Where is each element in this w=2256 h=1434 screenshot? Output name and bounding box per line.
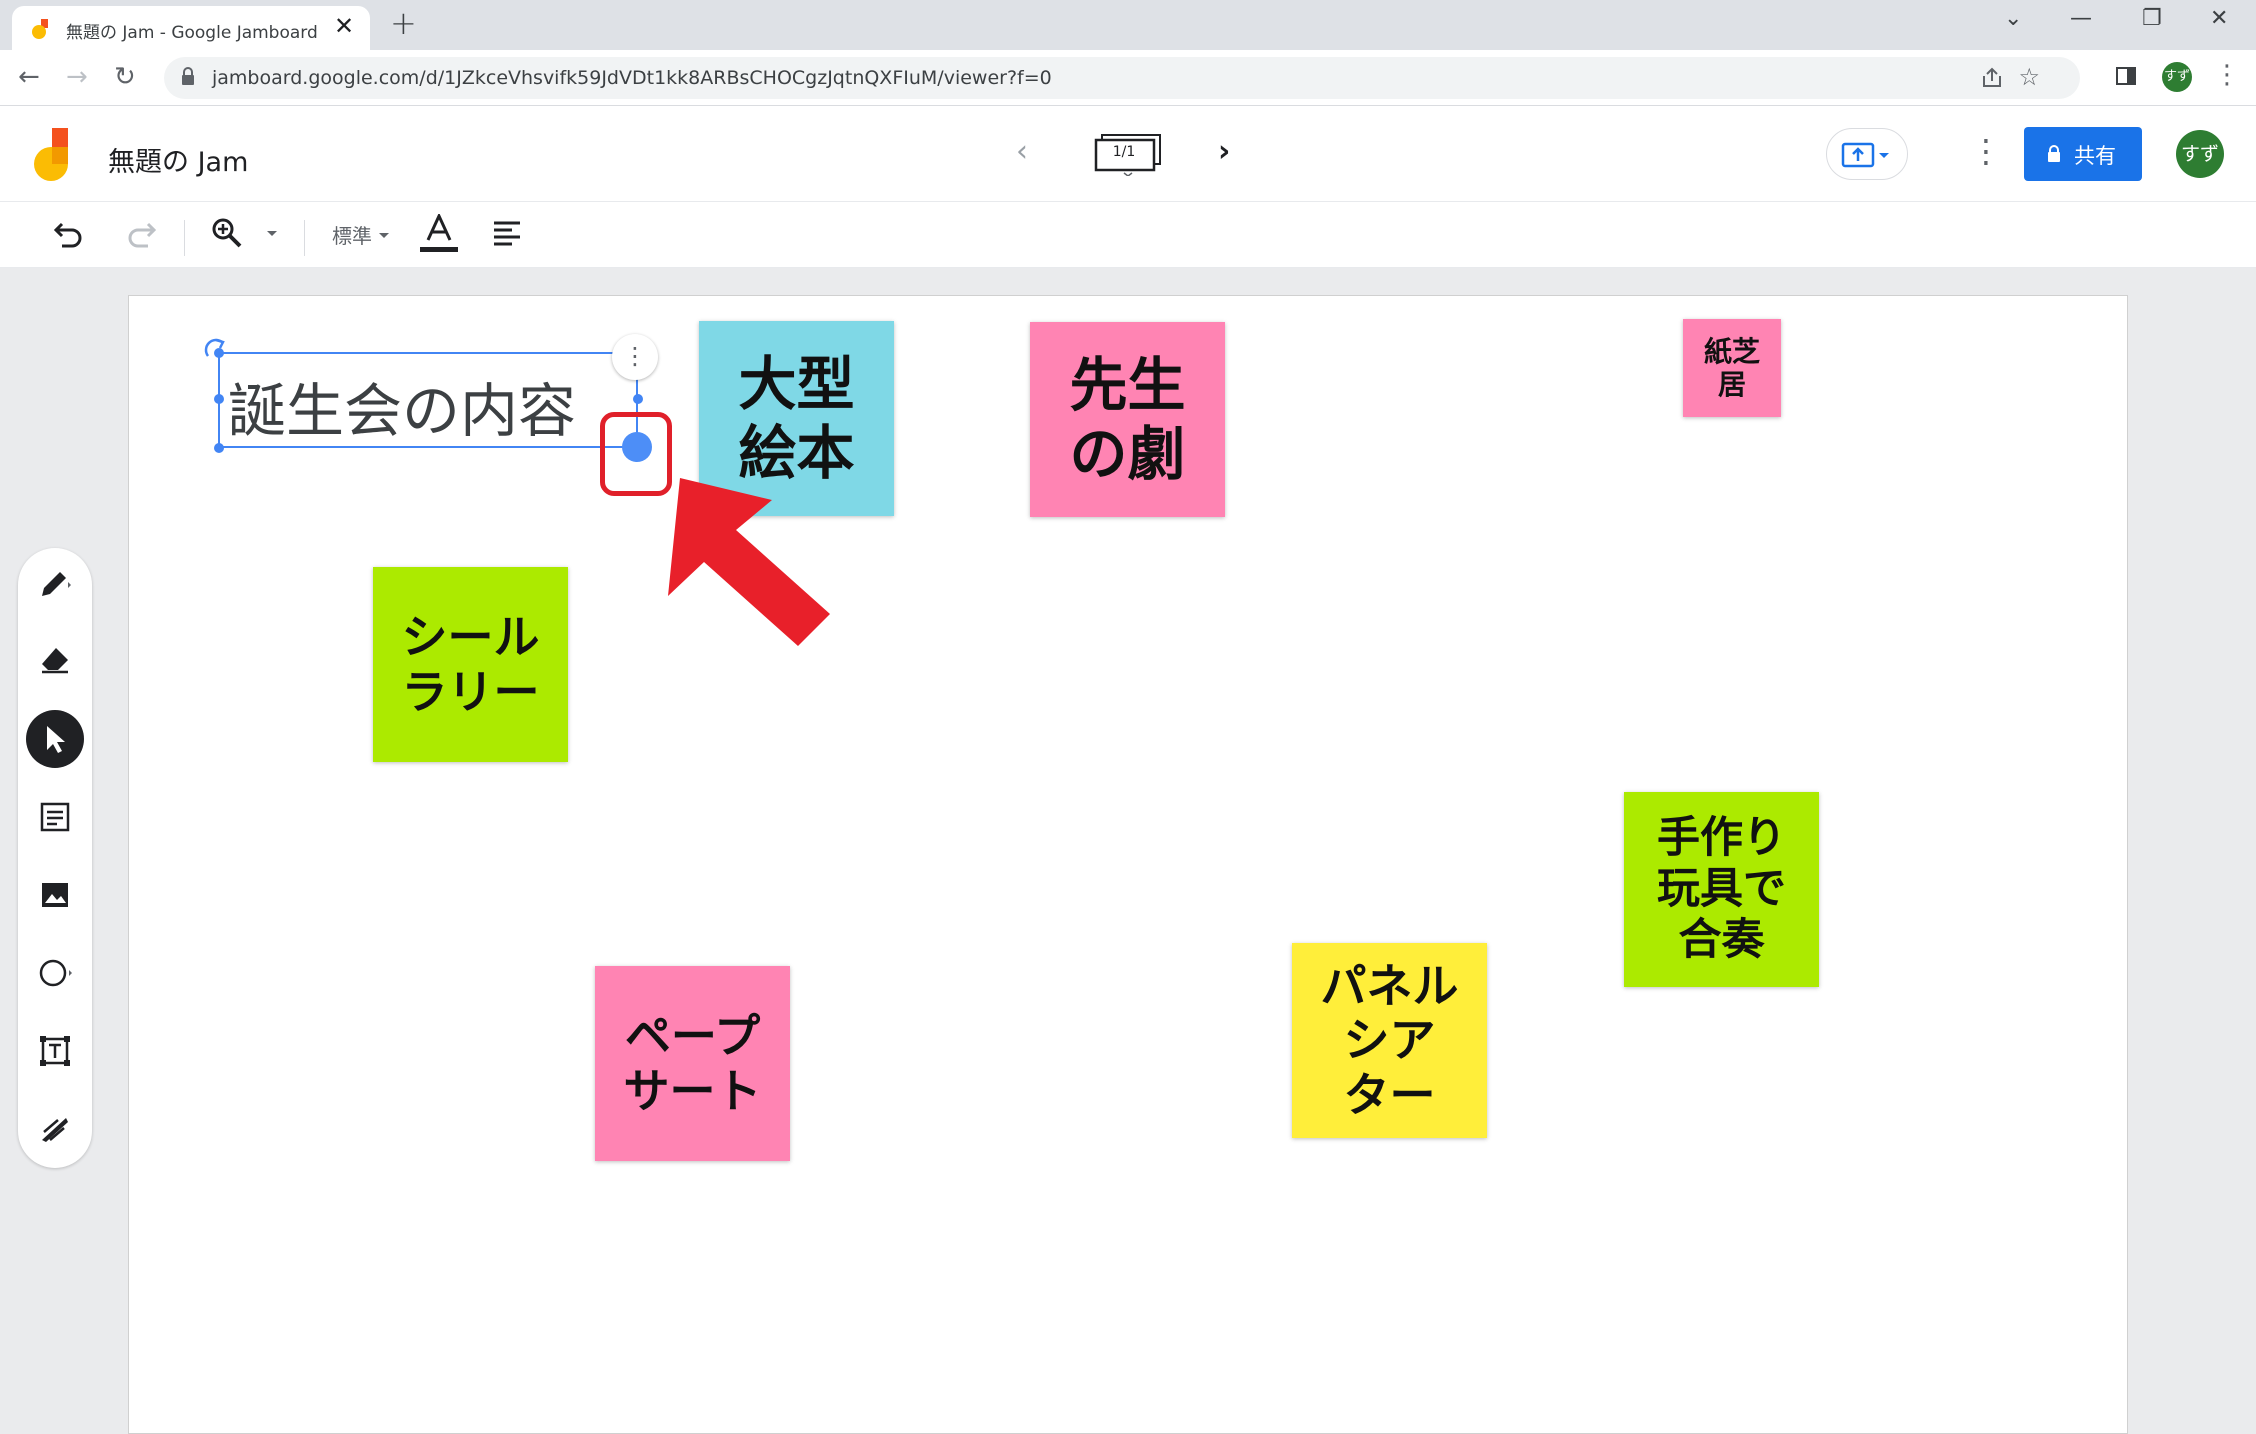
reload-icon[interactable]: ↻ xyxy=(114,62,136,92)
share-page-icon[interactable] xyxy=(1980,66,2004,90)
select-cursor-icon[interactable] xyxy=(38,722,72,756)
textbox-text[interactable]: 誕生会の内容 xyxy=(228,364,576,448)
omnibox[interactable]: jamboard.google.com/d/1JZkceVhsvifk59JdV… xyxy=(164,57,2080,99)
circle-shape-icon[interactable] xyxy=(38,956,72,990)
side-panel-icon[interactable] xyxy=(2114,64,2138,88)
window-close-icon[interactable]: ✕ xyxy=(2210,6,2228,31)
frame-counter: 1/1 xyxy=(1112,144,1136,160)
more-options-icon[interactable]: ⋮ xyxy=(1970,132,2002,170)
zoom-icon[interactable] xyxy=(210,216,244,250)
new-tab-icon[interactable]: + xyxy=(390,4,417,42)
browser-tab[interactable]: 無題の Jam - Google Jamboard ✕ xyxy=(12,6,370,50)
bookmark-star-icon[interactable]: ☆ xyxy=(2018,63,2040,91)
lock-icon xyxy=(182,67,194,85)
laser-icon[interactable] xyxy=(38,1112,72,1146)
next-frame-icon[interactable]: › xyxy=(1218,134,1230,169)
jamboard-logo-icon[interactable] xyxy=(34,126,74,184)
share-label: 共有 xyxy=(2074,144,2116,168)
tab-title: 無題の Jam - Google Jamboard xyxy=(66,23,318,43)
tab-close-icon[interactable]: ✕ xyxy=(334,12,354,40)
selection-handle[interactable] xyxy=(214,348,224,358)
sticky-note[interactable]: ペープ サート xyxy=(595,966,790,1161)
redo-icon[interactable] xyxy=(124,216,158,250)
browser-tab-bar: 無題の Jam - Google Jamboard ✕ + ⌄ — ❐ ✕ xyxy=(0,0,2256,50)
chrome-menu-icon[interactable]: ⋮ xyxy=(2214,60,2240,90)
selection-handle[interactable] xyxy=(214,394,224,404)
back-icon[interactable]: ← xyxy=(18,62,40,92)
sticky-note[interactable]: 紙芝 居 xyxy=(1683,319,1781,417)
pen-icon[interactable] xyxy=(38,566,72,600)
tab-search-icon[interactable]: ⌄ xyxy=(2004,6,2022,31)
chrome-profile-avatar[interactable]: すず xyxy=(2162,62,2192,92)
toolbar-divider xyxy=(184,220,185,256)
selection-handle[interactable] xyxy=(214,443,224,453)
jamboard-favicon-icon xyxy=(32,19,48,39)
sticky-note[interactable]: パネル シア ター xyxy=(1292,943,1487,1138)
restore-icon[interactable]: ❐ xyxy=(2142,6,2162,31)
sticky-note[interactable]: 先生 の劇 xyxy=(1030,322,1225,517)
text-box-icon[interactable] xyxy=(38,1034,72,1068)
share-lock-icon xyxy=(2048,145,2060,162)
image-icon[interactable] xyxy=(38,878,72,912)
share-button[interactable]: 共有 xyxy=(2024,127,2142,181)
textbox-more-icon[interactable]: ⋮ xyxy=(612,334,658,380)
toolbar-divider xyxy=(304,220,305,256)
previous-frame-icon[interactable]: ‹ xyxy=(1016,134,1028,169)
font-size-dropdown[interactable]: 標準 xyxy=(332,220,372,249)
url-text: jamboard.google.com/d/1JZkceVhsvifk59JdV… xyxy=(212,67,1052,89)
present-icon xyxy=(1841,142,1889,168)
sticky-note-icon[interactable] xyxy=(38,800,72,834)
minimize-icon[interactable]: — xyxy=(2070,6,2092,31)
editing-toolbar: 標準 xyxy=(0,202,2256,268)
forward-icon[interactable]: → xyxy=(66,62,88,92)
eraser-icon[interactable] xyxy=(38,642,72,676)
jamboard-header: 無題の Jam ‹ 1/1 › ⋮ 共有 すず xyxy=(0,106,2256,202)
undo-icon[interactable] xyxy=(52,216,86,250)
tool-rail xyxy=(18,548,92,1168)
text-color-icon[interactable] xyxy=(420,214,458,256)
sticky-note[interactable]: シール ラリー xyxy=(373,567,568,762)
pointer-arrow-icon xyxy=(668,478,830,646)
font-size-chevron-icon[interactable] xyxy=(378,232,390,240)
sticky-note[interactable]: 手作り 玩具で 合奏 xyxy=(1624,792,1819,987)
text-align-icon[interactable] xyxy=(492,220,522,250)
selection-handle[interactable] xyxy=(633,394,643,404)
zoom-dropdown-icon[interactable] xyxy=(266,230,278,238)
account-avatar[interactable]: すず xyxy=(2176,130,2224,178)
present-button[interactable] xyxy=(1826,128,1908,180)
browser-address-bar: ← → ↻ jamboard.google.com/d/1JZkceVhsvif… xyxy=(0,50,2256,106)
jam-title[interactable]: 無題の Jam xyxy=(108,140,248,179)
